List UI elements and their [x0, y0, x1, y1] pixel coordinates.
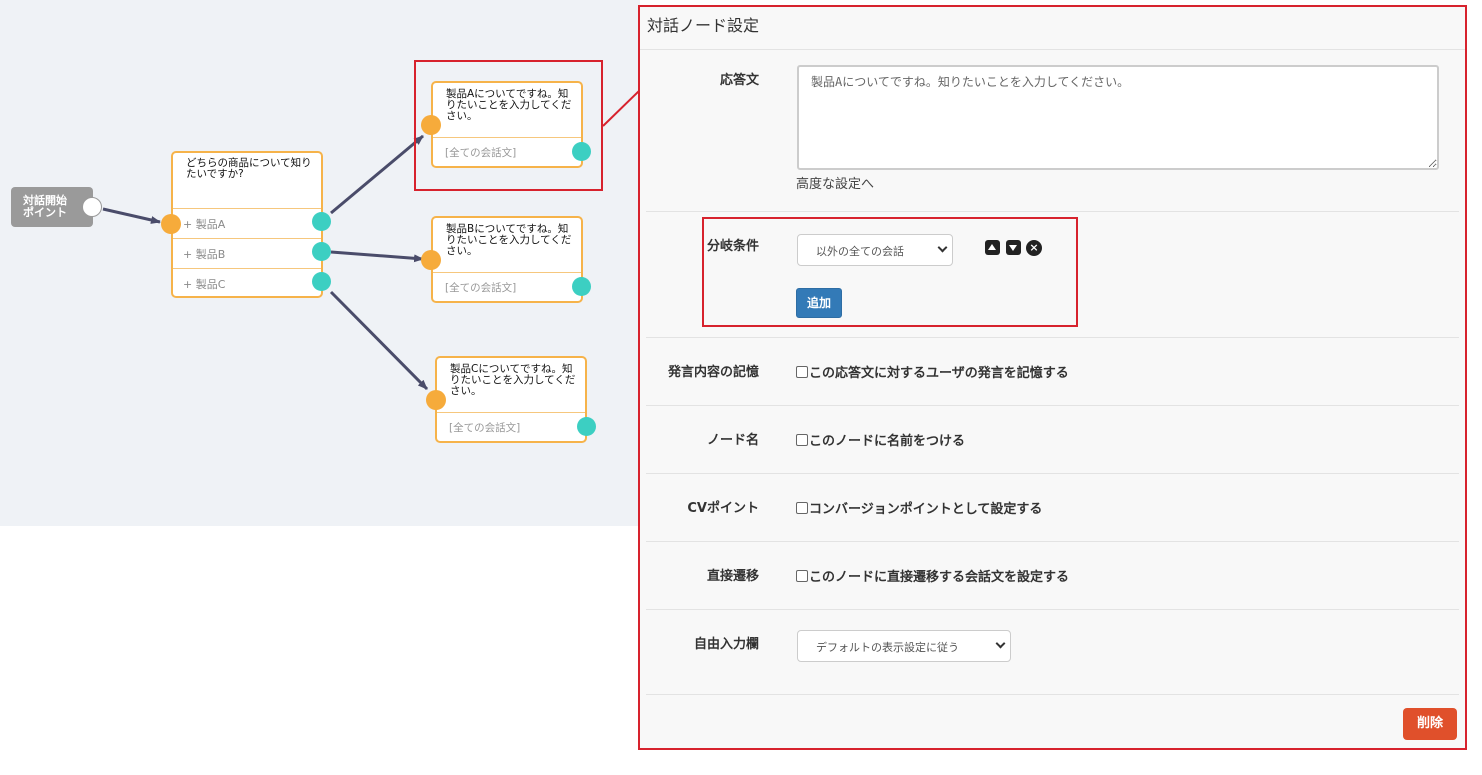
cv-point-checkbox[interactable]: コンバージョンポイントとして設定する	[796, 498, 1042, 517]
edge-c	[329, 290, 429, 391]
highlight-connector	[602, 89, 641, 127]
cv-point-row: CVポイント コンバージョンポイントとして設定する	[646, 474, 1459, 542]
branch-c-output-port[interactable]	[312, 272, 331, 291]
direct-checkbox-box[interactable]	[796, 570, 808, 582]
node-name-checkbox[interactable]: このノードに名前をつける	[796, 430, 965, 449]
question-input-port[interactable]	[161, 214, 181, 234]
edge-b	[330, 250, 424, 263]
start-node[interactable]: 対話開始 ポイント	[11, 187, 93, 227]
node-name-label: ノード名	[706, 433, 759, 448]
branch-label-b: + 製品B	[183, 248, 226, 261]
branch-a-output-port[interactable]	[312, 212, 331, 231]
memory-checkbox-text: この応答文に対するユーザの発言を記憶する	[809, 366, 1069, 381]
branch-label-c: + 製品C	[183, 278, 226, 291]
answer-node-b-text: 製品Bについてですね。知りたいことを入力してください。	[446, 223, 572, 257]
answer-node-b-divider	[433, 272, 581, 273]
answer-b-output-port[interactable]	[572, 277, 591, 296]
answer-node-c-divider	[437, 412, 585, 413]
direct-checkbox[interactable]: このノードに直接遷移する会話文を設定する	[796, 566, 1069, 585]
answer-node-c-text: 製品Cについてですね。知りたいことを入力してください。	[450, 363, 576, 397]
node-settings-panel: 対話ノード設定 応答文 製品Aについてですね。知りたいことを入力してください。 …	[638, 5, 1467, 750]
branch-label-a: + 製品A	[183, 218, 226, 231]
answer-node-a[interactable]: 製品Aについてですね。知りたいことを入力してください。 [全ての会話文]	[431, 81, 583, 168]
response-row: 応答文 製品Aについてですね。知りたいことを入力してください。 高度な設定へ	[646, 50, 1459, 212]
branch-row-b[interactable]: + 製品B	[173, 238, 321, 268]
free-input-select[interactable]: デフォルトの表示設定に従う	[797, 630, 1011, 662]
branch-highlight-box	[702, 217, 1078, 327]
answer-node-c-footer: [全ての会話文]	[449, 422, 521, 434]
free-input-value: デフォルトの表示設定に従う	[816, 641, 959, 654]
cv-point-checkbox-text: コンバージョンポイントとして設定する	[809, 502, 1043, 517]
node-name-checkbox-text: このノードに名前をつける	[809, 434, 966, 449]
answer-a-output-port[interactable]	[572, 142, 591, 161]
answer-node-b[interactable]: 製品Bについてですね。知りたいことを入力してください。 [全ての会話文]	[431, 216, 583, 303]
branch-b-output-port[interactable]	[312, 242, 331, 261]
answer-c-input-port[interactable]	[426, 390, 446, 410]
start-output-port[interactable]	[82, 197, 102, 217]
direct-checkbox-text: このノードに直接遷移する会話文を設定する	[809, 570, 1070, 585]
node-name-checkbox-box[interactable]	[796, 434, 808, 446]
branch-row-c[interactable]: + 製品C	[173, 268, 321, 298]
answer-a-input-port[interactable]	[421, 115, 441, 135]
edge-start-to-question	[102, 207, 161, 224]
delete-button[interactable]: 削除	[1403, 708, 1457, 740]
answer-node-b-footer: [全ての会話文]	[445, 282, 517, 294]
chevron-down-icon	[995, 638, 1006, 649]
answer-c-output-port[interactable]	[577, 417, 596, 436]
response-textarea[interactable]: 製品Aについてですね。知りたいことを入力してください。	[797, 65, 1439, 170]
answer-node-a-divider	[433, 137, 581, 138]
memory-checkbox[interactable]: この応答文に対するユーザの発言を記憶する	[796, 362, 1069, 381]
free-input-label: 自由入力欄	[693, 637, 759, 652]
direct-row: 直接遷移 このノードに直接遷移する会話文を設定する	[646, 542, 1459, 610]
memory-checkbox-box[interactable]	[796, 366, 808, 378]
answer-b-input-port[interactable]	[421, 250, 441, 270]
memory-label: 発言内容の記憶	[667, 365, 759, 380]
answer-node-a-footer: [全ての会話文]	[445, 147, 517, 159]
branch-row-a[interactable]: + 製品A	[173, 208, 321, 238]
cv-point-checkbox-box[interactable]	[796, 502, 808, 514]
answer-node-c[interactable]: 製品Cについてですね。知りたいことを入力してください。 [全ての会話文]	[435, 356, 587, 443]
advanced-settings-link[interactable]: 高度な設定へ	[796, 173, 874, 192]
cv-point-label: CVポイント	[687, 501, 759, 516]
memory-row: 発言内容の記憶 この応答文に対するユーザの発言を記憶する	[646, 338, 1459, 406]
start-node-line2: ポイント	[23, 206, 67, 219]
flow-canvas[interactable]: 対話開始 ポイント どちらの商品について知りたいですか? + 製品A + 製品B…	[0, 0, 641, 526]
node-name-row: ノード名 このノードに名前をつける	[646, 406, 1459, 474]
response-label: 応答文	[719, 73, 759, 88]
free-input-row: 自由入力欄 デフォルトの表示設定に従う	[646, 610, 1459, 695]
edge-a	[330, 134, 424, 215]
question-node[interactable]: どちらの商品について知りたいですか? + 製品A + 製品B + 製品C	[171, 151, 323, 298]
direct-label: 直接遷移	[706, 569, 759, 584]
question-node-text: どちらの商品について知りたいですか?	[186, 157, 312, 180]
panel-title: 対話ノード設定	[640, 7, 1465, 50]
app-root: 対話開始 ポイント どちらの商品について知りたいですか? + 製品A + 製品B…	[0, 0, 1482, 775]
answer-node-a-text: 製品Aについてですね。知りたいことを入力してください。	[446, 88, 572, 122]
